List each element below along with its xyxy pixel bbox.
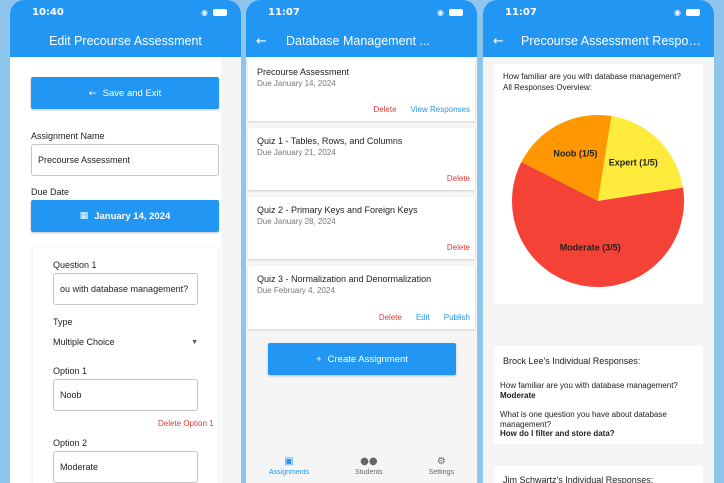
nav-settings[interactable]: ⚙ Settings <box>429 456 454 476</box>
assignment-title: Quiz 2 - Primary Keys and Foreign Keys <box>257 205 418 215</box>
create-assignment-button[interactable]: + Create Assignment <box>268 343 456 375</box>
responder-name: Jim Schwartz's Individual Responses: <box>503 475 654 483</box>
delete-button[interactable]: Delete <box>447 174 470 183</box>
calendar-icon: ▦ <box>79 211 89 221</box>
briefcase-icon: ▣ <box>284 456 294 467</box>
status-bar: 11:07 ◉ <box>483 0 714 25</box>
option1-label: Option 1 <box>53 366 88 376</box>
individual-response-card: Jim Schwartz's Individual Responses: <box>494 466 703 483</box>
view-responses-button[interactable]: View Responses <box>411 105 470 114</box>
responder-name: Brock Lee's Individual Responses: <box>503 356 641 366</box>
page-title: Precourse Assessment Responses <box>521 34 704 48</box>
pie-slice-label: Moderate (3/5) <box>560 242 621 252</box>
question-label: Question 1 <box>53 260 97 270</box>
assignment-due: Due February 4, 2024 <box>257 286 335 295</box>
arrow-left-icon: ← <box>88 87 97 99</box>
responses-pie-chart: Noob (1/5) Expert (1/5) Moderate (3/5) <box>511 115 684 287</box>
gear-icon: ⚙ <box>436 456 446 467</box>
people-icon: ●● <box>360 456 378 467</box>
assignment-due: Due January 14, 2024 <box>257 79 336 88</box>
assignment-title: Quiz 3 - Normalization and Denormalizati… <box>257 274 432 284</box>
option2-input[interactable]: Moderate <box>53 451 198 483</box>
assignment-due: Due January 28, 2024 <box>257 217 336 226</box>
back-arrow-icon[interactable]: ← <box>493 34 513 49</box>
assignment-card[interactable]: Quiz 3 - Normalization and Denormalizati… <box>248 266 475 329</box>
edit-button[interactable]: Edit <box>416 313 430 322</box>
save-exit-label: Save and Exit <box>102 87 162 99</box>
battery-icon <box>686 9 700 16</box>
nav-assignments[interactable]: ▣ Assignments <box>269 456 309 476</box>
save-exit-button[interactable]: ← Save and Exit <box>31 77 219 109</box>
assignment-title: Quiz 1 - Tables, Rows, and Columns <box>257 136 403 146</box>
plus-icon: + <box>316 353 322 365</box>
delete-option1-button[interactable]: Delete Option 1 <box>158 419 214 428</box>
assignment-due: Due January 21, 2024 <box>257 148 336 157</box>
delete-button[interactable]: Delete <box>447 243 470 252</box>
response-answer: How do I filter and store data? <box>500 429 615 438</box>
type-select[interactable]: Multiple Choice ▼ <box>53 333 198 351</box>
bottom-nav: ▣ Assignments ●● Students ⚙ Settings <box>246 449 477 483</box>
question-input[interactable]: ou with database management? <box>53 273 198 305</box>
status-time: 11:07 <box>505 7 537 18</box>
app-bar: Edit Precourse Assessment <box>10 25 241 57</box>
assignment-name-input[interactable]: Precourse Assessment <box>31 144 219 176</box>
delete-button[interactable]: Delete <box>373 105 396 114</box>
assignment-card[interactable]: Quiz 2 - Primary Keys and Foreign Keys D… <box>248 197 475 259</box>
due-date-value: January 14, 2024 <box>94 210 171 222</box>
battery-icon <box>449 9 463 16</box>
dropdown-arrow-icon: ▼ <box>191 338 198 346</box>
assignment-title: Precourse Assessment <box>257 67 350 77</box>
wifi-icon: ◉ <box>201 8 208 17</box>
assignment-card[interactable]: Precourse Assessment Due January 14, 202… <box>248 59 475 121</box>
app-bar: ← Precourse Assessment Responses <box>483 25 714 57</box>
publish-button[interactable]: Publish <box>444 313 470 322</box>
app-bar: ← Database Management ... <box>246 25 477 57</box>
option2-label: Option 2 <box>53 438 88 448</box>
pie-slice-label: Expert (1/5) <box>609 158 658 168</box>
due-date-label: Due Date <box>31 187 70 197</box>
battery-icon <box>213 9 227 16</box>
response-question: How familiar are you with database manag… <box>500 381 678 390</box>
create-assignment-label: Create Assignment <box>327 353 408 365</box>
due-date-button[interactable]: ▦ January 14, 2024 <box>31 200 219 232</box>
nav-students[interactable]: ●● Students <box>355 456 383 476</box>
wifi-icon: ◉ <box>674 8 681 17</box>
status-bar: 11:07 ◉ <box>246 0 477 25</box>
response-answer: Moderate <box>500 391 536 400</box>
overview-question: How familiar are you with database manag… <box>503 72 681 92</box>
page-title: Database Management ... <box>286 34 430 48</box>
option1-input[interactable]: Noob <box>53 379 198 411</box>
status-time: 11:07 <box>268 7 300 18</box>
response-question: What is one question you have about data… <box>500 410 667 429</box>
assignment-name-label: Assignment Name <box>31 131 105 141</box>
status-bar: 10:40 ◉ <box>10 0 241 25</box>
pie-slice-label: Noob (1/5) <box>553 149 597 159</box>
overview-card: How familiar are you with database manag… <box>494 64 703 304</box>
wifi-icon: ◉ <box>437 8 444 17</box>
type-label: Type <box>53 317 73 327</box>
status-time: 10:40 <box>32 7 64 18</box>
individual-response-card: Brock Lee's Individual Responses: How fa… <box>494 346 703 444</box>
page-title: Edit Precourse Assessment <box>49 34 202 48</box>
back-arrow-icon[interactable]: ← <box>256 34 276 49</box>
assignment-card[interactable]: Quiz 1 - Tables, Rows, and Columns Due J… <box>248 128 475 190</box>
delete-button[interactable]: Delete <box>379 313 402 322</box>
